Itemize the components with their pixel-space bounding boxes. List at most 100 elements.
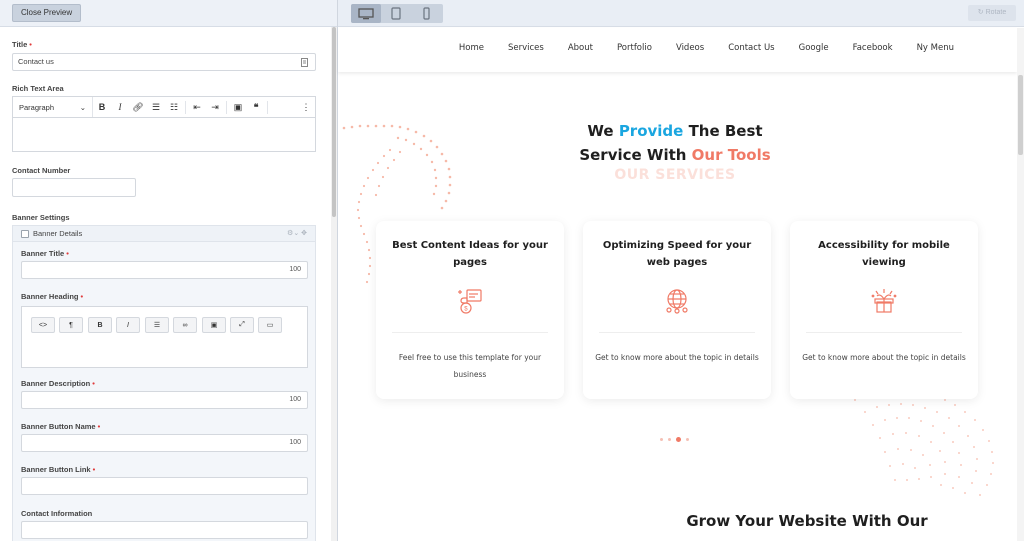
close-preview-button[interactable]: Close Preview [12, 4, 82, 22]
nav-item-home[interactable]: Home [459, 43, 484, 53]
nav-item-portfolio[interactable]: Portfolio [617, 43, 652, 53]
nav-item-ny-menu[interactable]: Ny Menu [917, 43, 954, 53]
contact-number-label: Contact Number [12, 166, 71, 175]
banner-details-checkbox[interactable] [21, 230, 29, 238]
card-title: Optimizing Speed for your web pages [602, 240, 752, 268]
rich-text-label: Rich Text Area [12, 84, 64, 93]
rotate-button[interactable]: ↻ Rotate [968, 5, 1016, 21]
banner-button-name-input[interactable]: 100 [21, 434, 308, 452]
banner-heading-editor[interactable]: <> ¶ B I ☰ ∞ ▣ ⤢ ▭ [21, 306, 308, 368]
preview-topbar: ↻ Rotate [338, 0, 1024, 27]
card-description: Get to know more about the topic in deta… [802, 353, 966, 362]
service-card[interactable]: Accessibility for mobile viewing Get to … [790, 221, 978, 399]
nav-item-services[interactable]: Services [508, 43, 544, 53]
preview-scrollbar-thumb[interactable] [1018, 75, 1023, 155]
video-icon[interactable]: ▭ [258, 317, 282, 333]
desktop-icon [358, 7, 374, 19]
site-nav: Home Services About Portfolio Videos Con… [435, 43, 954, 53]
toolbar-divider [226, 100, 227, 114]
device-switcher [351, 4, 443, 23]
tablet-icon [391, 7, 401, 20]
quote-icon[interactable]: ❝ [247, 97, 265, 117]
rich-text-toolbar: Paragraph ⌄ B I 🔗︎ ☰ ☷ ⇤ ⇥ ▣ ❝ ⋮ [12, 96, 316, 117]
nav-item-videos[interactable]: Videos [676, 43, 704, 53]
link-icon[interactable]: ∞ [173, 317, 197, 333]
outdent-icon[interactable]: ⇤ [188, 97, 206, 117]
code-icon[interactable]: <> [31, 317, 55, 333]
card-divider [599, 332, 755, 333]
nav-item-facebook[interactable]: Facebook [853, 43, 893, 53]
tablet-device-button[interactable] [381, 4, 411, 23]
carousel-dot-active[interactable] [676, 437, 681, 442]
card-description: Get to know more about the topic in deta… [595, 353, 759, 362]
banner-title-input[interactable]: 100 [21, 261, 308, 279]
carousel-dot[interactable] [686, 438, 689, 441]
editor-panel: Title • Contact us Rich Text Area Paragra… [0, 27, 331, 541]
fullscreen-icon[interactable]: ⤢ [230, 317, 254, 333]
italic-icon[interactable]: I [111, 97, 129, 117]
bold-icon[interactable]: B [88, 317, 112, 333]
contact-information-input[interactable] [21, 521, 308, 539]
banner-button-name-label: Banner Button Name • [21, 422, 101, 431]
service-card[interactable]: Best Content Ideas for your pages $ Feel… [376, 221, 564, 399]
paragraph-icon[interactable]: ¶ [59, 317, 83, 333]
toolbar-divider [185, 100, 186, 114]
banner-description-input[interactable]: 100 [21, 391, 308, 409]
banner-details-label: Banner Details [33, 229, 83, 238]
gear-icon[interactable]: ⚙⌄ ✥ [287, 229, 307, 237]
contact-information-label: Contact Information [21, 509, 93, 518]
banner-details-group: Banner Details ⚙⌄ ✥ Banner Title • 100 Ba… [12, 225, 316, 541]
title-label: Title • [12, 40, 32, 49]
carousel-pagination [660, 437, 689, 442]
image-icon[interactable]: ▣ [202, 317, 226, 333]
card-divider [392, 332, 548, 333]
grow-heading: Grow Your Website With Our [686, 512, 928, 530]
paragraph-select[interactable]: Paragraph ⌄ [13, 97, 93, 117]
nav-item-contact-us[interactable]: Contact Us [728, 43, 774, 53]
banner-button-link-input[interactable] [21, 477, 308, 495]
desktop-device-button[interactable] [351, 4, 381, 23]
contact-number-input[interactable] [12, 178, 136, 197]
card-description: Feel free to use this template for your … [398, 353, 542, 379]
service-card[interactable]: Optimizing Speed for your web pages Get … [583, 221, 771, 399]
list-icon[interactable]: ☰ [145, 317, 169, 333]
title-input[interactable]: Contact us [12, 53, 316, 71]
rich-text-editor[interactable] [12, 117, 316, 152]
field-options-icon[interactable] [301, 58, 308, 67]
mobile-icon [422, 7, 430, 20]
site-header: Home Services About Portfolio Videos Con… [338, 28, 1017, 72]
numbered-list-icon[interactable]: ☷ [165, 97, 183, 117]
more-options-icon[interactable]: ⋮ [297, 97, 315, 117]
card-divider [806, 332, 962, 333]
carousel-dot[interactable] [660, 438, 663, 441]
svg-text:$: $ [464, 307, 468, 313]
char-counter: 100 [289, 396, 301, 403]
italic-icon[interactable]: I [116, 317, 140, 333]
bullet-list-icon[interactable]: ☰ [147, 97, 165, 117]
banner-settings-label: Banner Settings [12, 213, 70, 222]
services-heading-line2: Service With Our Tools [579, 146, 771, 164]
nav-item-about[interactable]: About [568, 43, 593, 53]
services-ghost-text: OUR SERVICES [614, 167, 736, 183]
banner-details-header[interactable]: Banner Details ⚙⌄ ✥ [13, 226, 315, 242]
mobile-device-button[interactable] [411, 4, 441, 23]
indent-icon[interactable]: ⇥ [206, 97, 224, 117]
card-title: Best Content Ideas for your pages [392, 240, 548, 268]
carousel-dot[interactable] [668, 438, 671, 441]
chevron-down-icon: ⌄ [79, 102, 86, 112]
gift-box-icon [871, 289, 897, 313]
toolbar-divider [267, 100, 268, 114]
services-heading-line1: We Provide The Best [587, 122, 763, 140]
content-ideas-icon: $ [458, 289, 482, 314]
bold-icon[interactable]: B [93, 97, 111, 117]
link-icon[interactable]: 🔗︎ [129, 97, 147, 117]
card-title: Accessibility for mobile viewing [818, 240, 950, 268]
image-icon[interactable]: ▣ [229, 97, 247, 117]
editor-scrollbar-thumb[interactable] [332, 27, 336, 217]
editor-topbar: Close Preview [0, 0, 337, 27]
char-counter: 100 [289, 439, 301, 446]
nav-item-google[interactable]: Google [799, 43, 829, 53]
char-counter: 100 [289, 266, 301, 273]
banner-title-label: Banner Title • [21, 249, 69, 258]
speed-globe-icon [666, 289, 688, 314]
